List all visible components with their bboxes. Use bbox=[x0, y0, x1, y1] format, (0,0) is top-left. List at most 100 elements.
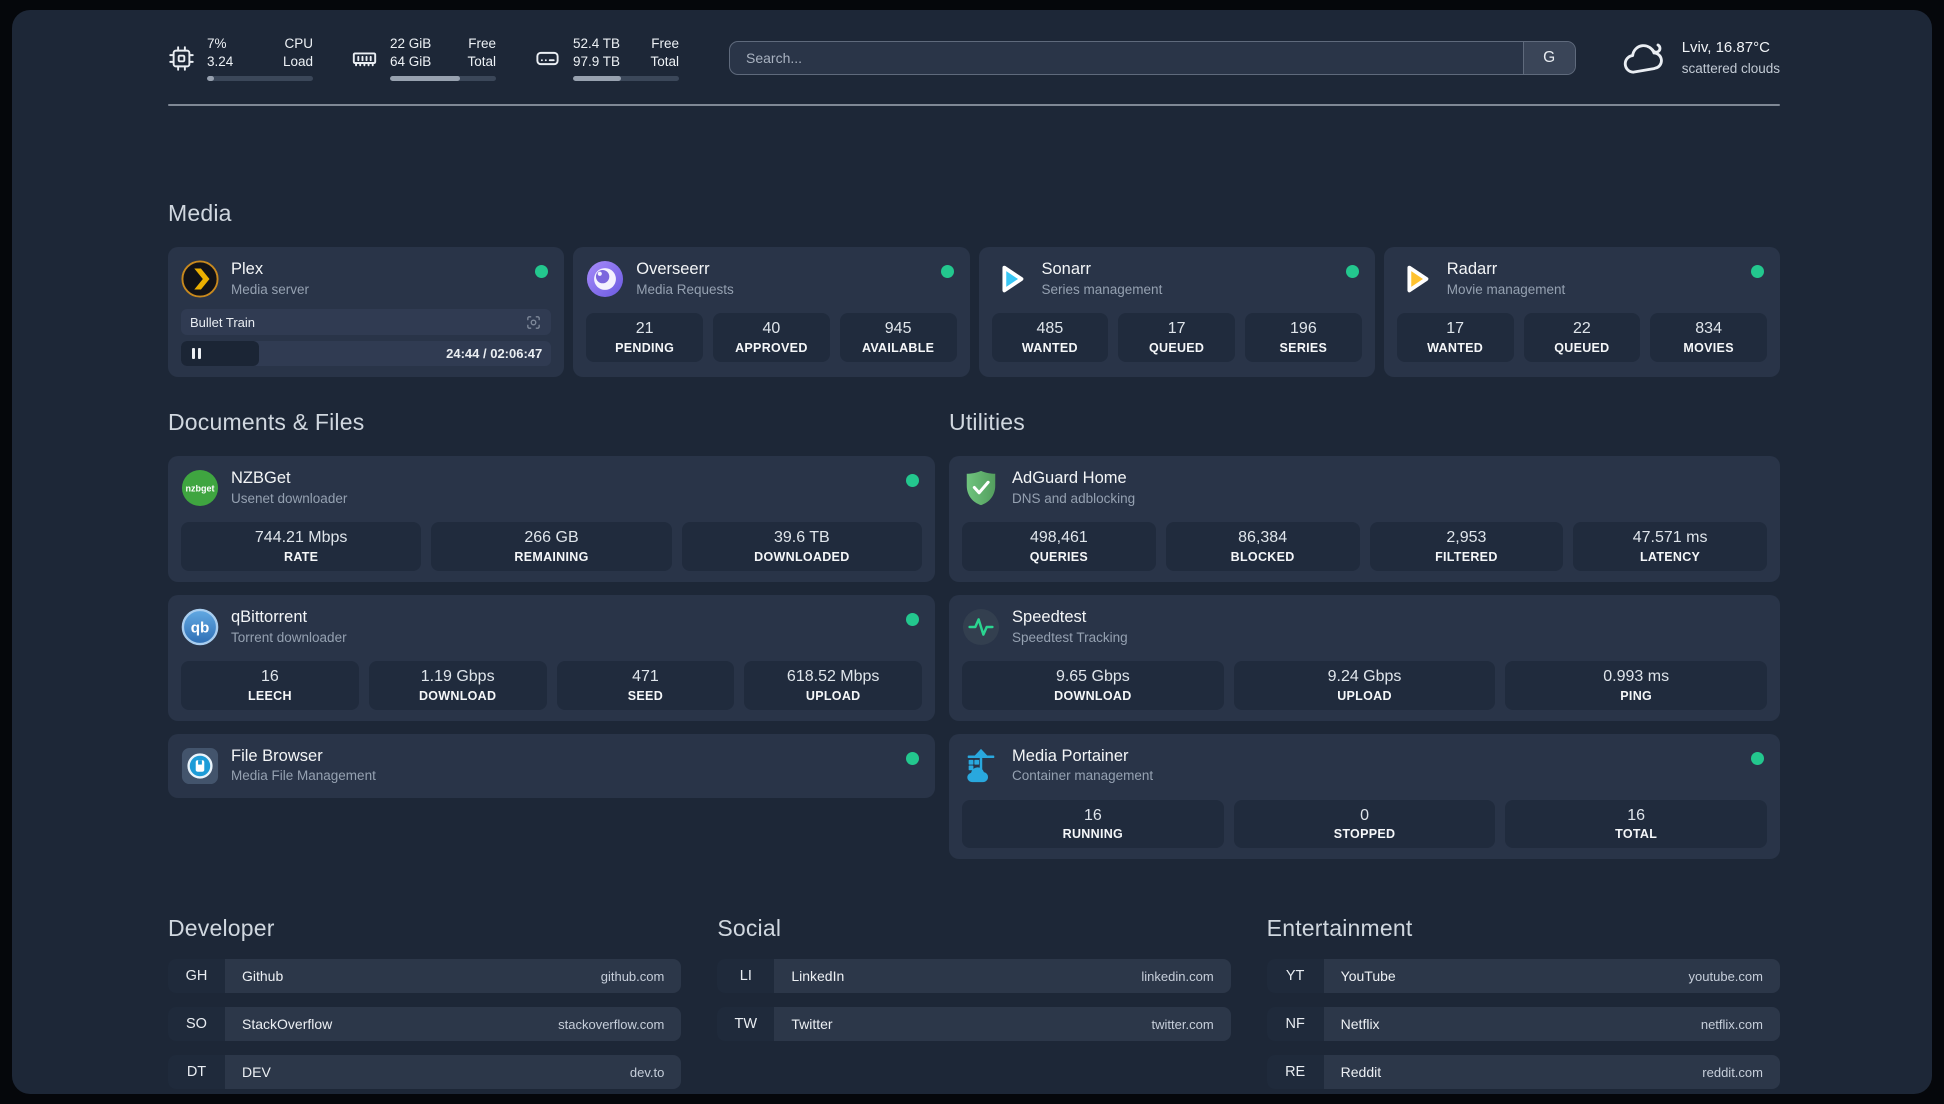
top-bar: 7% CPU 3.24 Load 22 GiB Free 64 GiB Total bbox=[168, 32, 1780, 84]
playback-time: 24:44 / 02:06:47 bbox=[446, 346, 543, 361]
bookmark-url: netflix.com bbox=[1700, 1016, 1763, 1032]
resource-cpu: 7% CPU 3.24 Load bbox=[168, 35, 313, 81]
bookmark-name: Netflix bbox=[1340, 1016, 1380, 1033]
service-name: AdGuard Home bbox=[1012, 469, 1127, 487]
bookmark-abbr: NF bbox=[1266, 1007, 1324, 1042]
stat-block: 498,461 QUERIES bbox=[962, 522, 1156, 571]
bookmark-url: dev.to bbox=[629, 1064, 665, 1080]
bookmark-linkedin[interactable]: LI LinkedIn linkedin.com bbox=[717, 959, 1231, 994]
bookmark-name: Reddit bbox=[1340, 1064, 1382, 1081]
portainer-icon bbox=[962, 747, 1000, 785]
bookmark-name: Github bbox=[242, 968, 284, 985]
service-card-radarr[interactable]: Radarr Movie management 17 WANTED 22 QUEUE… bbox=[1383, 247, 1780, 377]
memory-progress-fill bbox=[390, 75, 460, 81]
bookmark-abbr: LI bbox=[717, 959, 775, 994]
bookmark-name: Twitter bbox=[791, 1016, 833, 1033]
dashboard: 7% CPU 3.24 Load 22 GiB Free 64 GiB Total bbox=[12, 10, 1932, 1094]
disk-progress-bar bbox=[573, 75, 679, 81]
stat-block: 21 PENDING bbox=[586, 313, 703, 362]
bookmark-url: stackoverflow.com bbox=[558, 1016, 665, 1032]
bookmark-netflix[interactable]: NF Netflix netflix.com bbox=[1266, 1007, 1780, 1042]
speedtest-icon bbox=[962, 608, 1000, 646]
section-title-developer: Developer bbox=[168, 915, 275, 942]
status-dot bbox=[906, 612, 920, 626]
status-dot bbox=[1750, 751, 1764, 765]
resource-disk: 52.4 TB Free 97.9 TB Total bbox=[534, 35, 679, 81]
memory-progress-bar bbox=[390, 75, 496, 81]
service-card-qbittorrent[interactable]: qb qBittorrent Torrent downloader 16 LEEC… bbox=[168, 594, 936, 721]
sonarr-icon bbox=[992, 260, 1030, 298]
cpu-usage: 7% bbox=[207, 36, 227, 52]
bookmark-stackoverflow[interactable]: SO StackOverflow stackoverflow.com bbox=[168, 1007, 682, 1042]
bookmark-url: linkedin.com bbox=[1141, 968, 1214, 984]
overseerr-icon bbox=[586, 260, 624, 298]
service-description: Usenet downloader bbox=[231, 490, 348, 506]
service-card-nzbget[interactable]: nzbget NZBGet Usenet downloader 744.21 M… bbox=[168, 456, 936, 582]
service-card-plex[interactable]: Plex Media server Bullet Train 24:44 / 0… bbox=[168, 247, 565, 377]
plex-icon bbox=[181, 260, 219, 298]
stat-block: 266 GB REMAINING bbox=[431, 522, 672, 571]
bookmark-reddit[interactable]: RE Reddit reddit.com bbox=[1266, 1055, 1780, 1090]
bookmark-dev[interactable]: DT DEV dev.to bbox=[168, 1055, 682, 1090]
service-card-overseerr[interactable]: Overseerr Media Requests 21 PENDING 40 APP… bbox=[573, 247, 970, 377]
stat-block: 485 WANTED bbox=[991, 313, 1109, 362]
topbar-divider bbox=[168, 104, 1780, 106]
stat-block: 945 AVAILABLE bbox=[839, 313, 957, 362]
disk-free: 52.4 TB bbox=[573, 36, 621, 52]
service-card-speedtest[interactable]: Speedtest Speedtest Tracking 9.65 Gbps DO… bbox=[949, 594, 1780, 721]
section-title-entertainment: Entertainment bbox=[1266, 915, 1413, 942]
service-description: Media Requests bbox=[636, 281, 734, 297]
stat-block: 39.6 TB DOWNLOADED bbox=[681, 522, 923, 571]
section-title-social: Social bbox=[717, 915, 782, 942]
bookmark-twitter[interactable]: TW Twitter twitter.com bbox=[717, 1007, 1231, 1042]
bookmark-youtube[interactable]: YT YouTube youtube.com bbox=[1266, 959, 1780, 994]
status-dot bbox=[940, 265, 954, 278]
service-description: Movie management bbox=[1446, 281, 1566, 297]
service-card-adguard[interactable]: AdGuard Home DNS and adblocking 498,461 Q… bbox=[949, 456, 1780, 582]
pause-icon bbox=[192, 348, 201, 359]
qbittorrent-icon: qb bbox=[181, 608, 219, 646]
service-description: Container management bbox=[1012, 768, 1154, 784]
bookmark-abbr: SO bbox=[168, 1007, 225, 1042]
svg-text:nzbget: nzbget bbox=[185, 483, 214, 493]
service-card-portainer[interactable]: Media Portainer Container management 16 R… bbox=[949, 733, 1780, 860]
cpu-progress-fill bbox=[207, 75, 215, 81]
service-description: Media server bbox=[231, 281, 310, 297]
search-provider-button[interactable]: G bbox=[1522, 42, 1575, 74]
disk-progress-fill bbox=[573, 75, 621, 81]
bookmark-abbr: DT bbox=[168, 1055, 225, 1090]
stat-block: 834 MOVIES bbox=[1650, 313, 1767, 362]
stat-block: 471 SEED bbox=[556, 660, 735, 710]
service-name: NZBGet bbox=[231, 469, 291, 487]
camera-icon[interactable] bbox=[525, 314, 542, 331]
memory-total: 64 GiB bbox=[390, 54, 432, 69]
bookmark-name: LinkedIn bbox=[791, 968, 845, 985]
playback-progress-bar: 24:44 / 02:06:47 bbox=[181, 341, 552, 366]
svg-text:qb: qb bbox=[191, 619, 210, 636]
service-description: Series management bbox=[1041, 281, 1163, 297]
disk-total: 97.9 TB bbox=[573, 54, 621, 69]
search-bar[interactable]: G bbox=[729, 41, 1576, 75]
service-description: DNS and adblocking bbox=[1012, 490, 1136, 506]
service-name: Sonarr bbox=[1041, 260, 1092, 278]
service-card-filebrowser[interactable]: File Browser Media File Management bbox=[168, 733, 936, 798]
bookmark-url: twitter.com bbox=[1151, 1016, 1214, 1032]
weather-location-temp: Lviv, 16.87°C bbox=[1681, 39, 1770, 57]
stat-block: 16 RUNNING bbox=[962, 799, 1224, 849]
bookmark-name: StackOverflow bbox=[242, 1016, 333, 1033]
resource-memory: 22 GiB Free 64 GiB Total bbox=[351, 35, 496, 81]
search-input[interactable] bbox=[730, 42, 1523, 74]
stat-block: 47.571 ms LATENCY bbox=[1573, 522, 1767, 571]
cpu-load: 3.24 bbox=[207, 54, 234, 69]
bookmark-github[interactable]: GH Github github.com bbox=[168, 959, 682, 994]
status-dot bbox=[535, 265, 549, 278]
resource-widgets: 7% CPU 3.24 Load 22 GiB Free 64 GiB Total bbox=[168, 35, 679, 81]
filebrowser-icon bbox=[181, 747, 219, 785]
bookmark-url: youtube.com bbox=[1688, 968, 1763, 984]
service-card-sonarr[interactable]: Sonarr Series management 485 WANTED 17 QUE… bbox=[978, 247, 1375, 377]
cpu-icon bbox=[169, 45, 194, 71]
bookmark-abbr: TW bbox=[717, 1007, 775, 1042]
disk-icon bbox=[536, 51, 559, 65]
service-name: Overseerr bbox=[636, 260, 710, 278]
stat-block: 40 APPROVED bbox=[713, 313, 830, 362]
